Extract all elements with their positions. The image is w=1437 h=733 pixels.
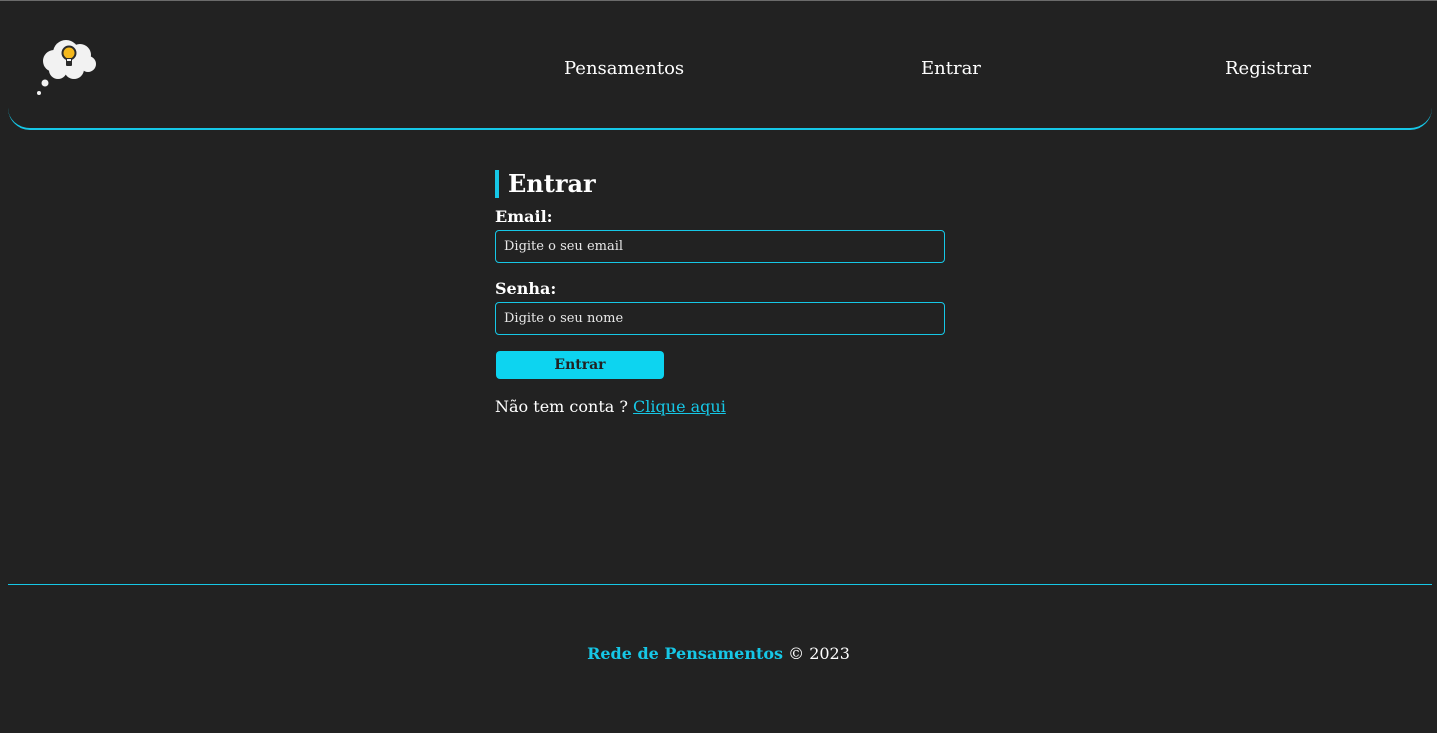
password-field[interactable] — [495, 302, 945, 335]
email-field[interactable] — [495, 230, 945, 263]
register-link[interactable]: Clique aqui — [633, 397, 726, 416]
register-prompt-text: Não tem conta ? — [495, 397, 628, 416]
register-prompt: Não tem conta ? Clique aqui — [495, 398, 955, 416]
footer-brand: Rede de Pensamentos — [587, 644, 784, 663]
email-label: Email: — [495, 207, 553, 226]
submit-button[interactable]: Entrar — [496, 351, 664, 379]
page-title: Entrar — [495, 170, 955, 198]
thought-cloud-lightbulb-icon[interactable] — [36, 37, 100, 99]
login-form: Entrar Email: Senha: Entrar Não tem cont… — [495, 170, 955, 416]
nav-link-pensamentos[interactable]: Pensamentos — [564, 58, 684, 79]
navbar: Pensamentos Entrar Registrar — [8, 1, 1432, 130]
password-label: Senha: — [495, 279, 557, 298]
footer-divider — [8, 584, 1432, 585]
nav-link-entrar[interactable]: Entrar — [921, 58, 981, 79]
nav-link-registrar[interactable]: Registrar — [1225, 58, 1311, 79]
footer-copyright: © 2023 — [788, 644, 850, 663]
footer: Rede de Pensamentos © 2023 — [0, 644, 1437, 664]
